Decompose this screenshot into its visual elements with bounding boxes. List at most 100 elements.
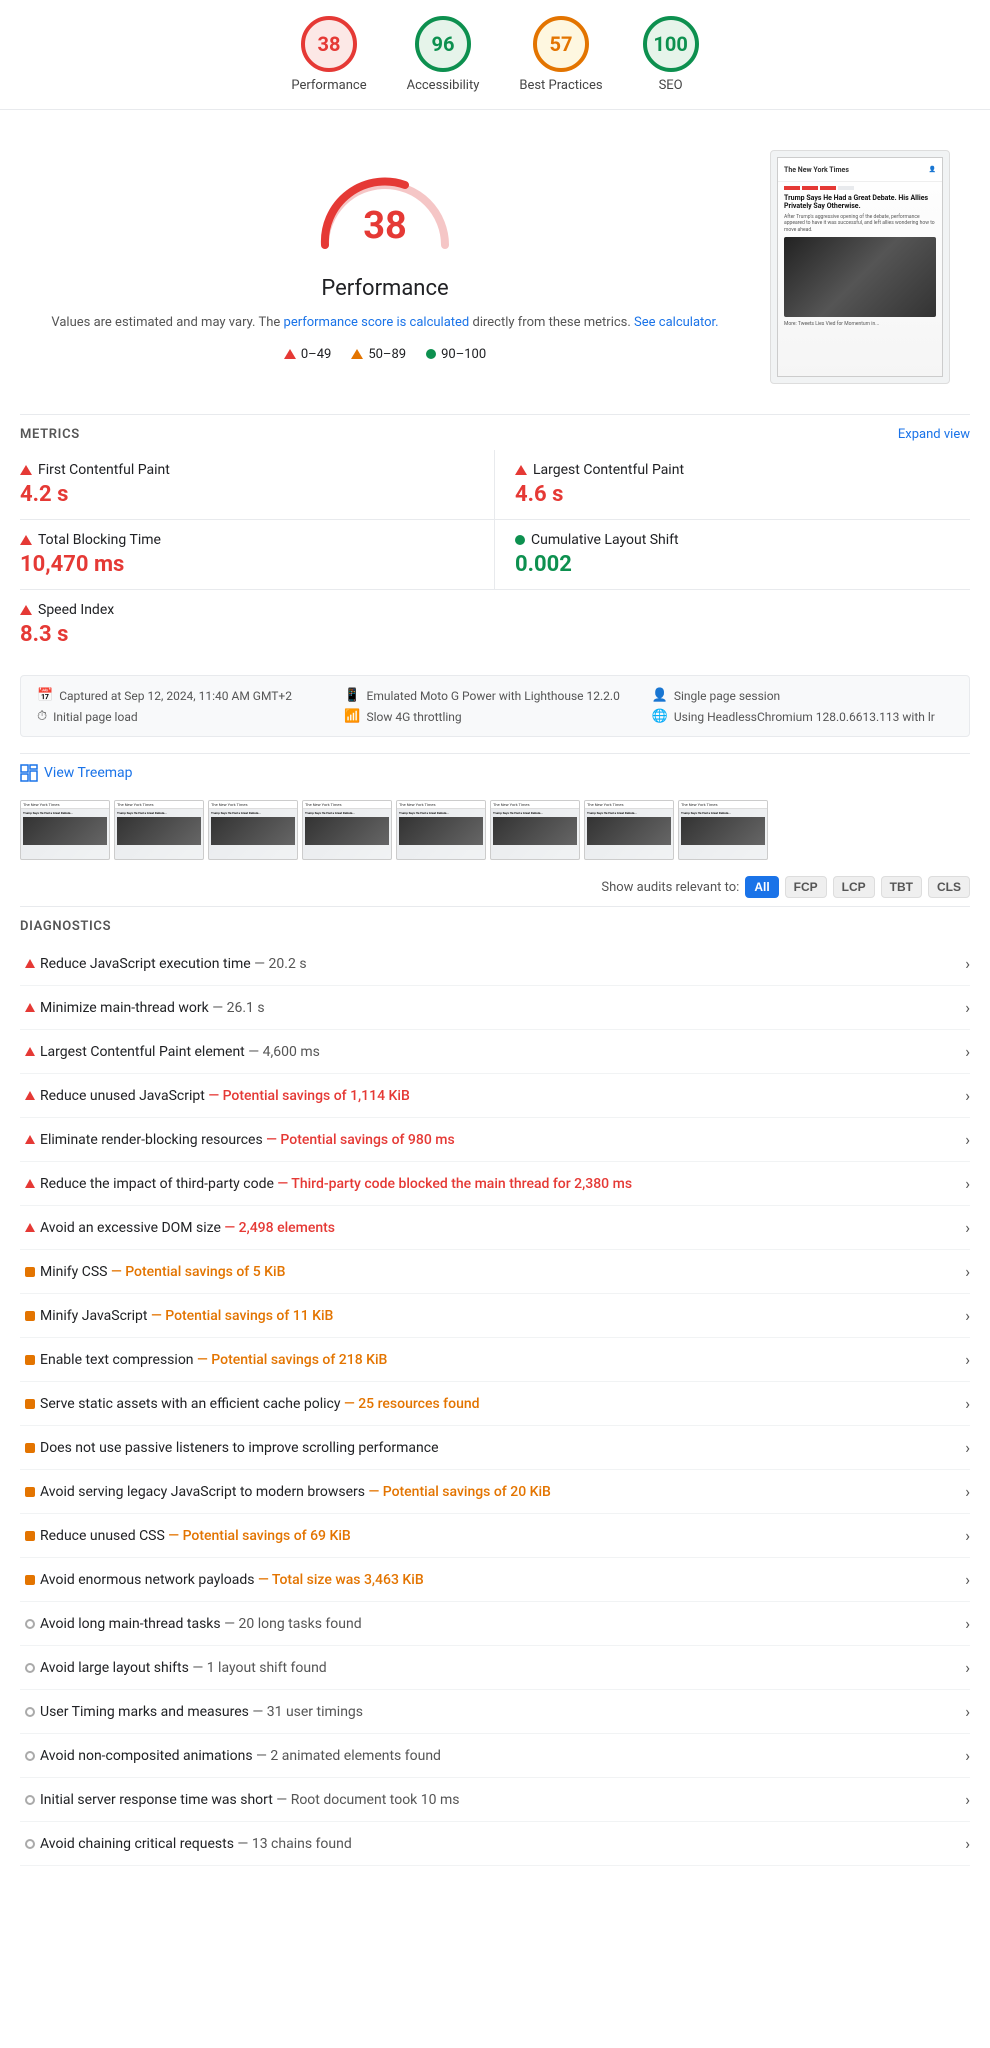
audit-user-timing-text: User Timing marks and measures — 31 user… (40, 1704, 957, 1720)
scores-bar: 38Performance 96Accessibility 57Best Pract… (0, 0, 990, 110)
filter-fcp[interactable]: FCP (785, 876, 827, 898)
capture-date: 📅 Captured at Sep 12, 2024, 11:40 AM GMT… (37, 688, 338, 703)
audit-cache-policy[interactable]: Serve static assets with an efficient ca… (20, 1382, 970, 1426)
audit-reduce-js-text: Reduce JavaScript execution time — 20.2 … (40, 956, 957, 972)
audit-reduce-js-icon (20, 959, 40, 968)
audit-cache-policy-chevron: › (965, 1394, 970, 1413)
audit-lcp-element-chevron: › (965, 1042, 970, 1061)
audit-minify-js[interactable]: Minify JavaScript — Potential savings of… (20, 1294, 970, 1338)
audit-unused-css-icon (20, 1531, 40, 1541)
perf-desc: Values are estimated and may vary. The p… (20, 313, 750, 333)
filter-lcp[interactable]: LCP (833, 876, 875, 898)
performance-section: 38 Performance Values are estimated and … (20, 130, 970, 404)
audit-critical-requests-text: Avoid chaining critical requests — 13 ch… (40, 1836, 957, 1852)
audit-text-compression-chevron: › (965, 1350, 970, 1369)
gauge-wrapper: 38 (305, 150, 465, 250)
filmstrip-item-6: The New York Times Trump Says He Had a G… (490, 800, 580, 860)
mock-subtext: After Trump's aggressive opening of the … (784, 214, 936, 234)
audit-unused-js-text: Reduce unused JavaScript — Potential sav… (40, 1088, 957, 1104)
audit-lcp-element-icon (20, 1047, 40, 1056)
audit-render-blocking-chevron: › (965, 1130, 970, 1149)
si-value: 8.3 s (20, 622, 970, 647)
audit-unused-css-text: Reduce unused CSS — Potential savings of… (40, 1528, 957, 1544)
audit-dom-size-icon (20, 1223, 40, 1232)
audit-dom-size-chevron: › (965, 1218, 970, 1237)
audit-third-party[interactable]: Reduce the impact of third-party code — … (20, 1162, 970, 1206)
filter-cls[interactable]: CLS (928, 876, 970, 898)
audit-reduce-js-chevron: › (965, 954, 970, 973)
legend-green: 90–100 (426, 347, 486, 362)
legend: 0–49 50–89 90–100 (20, 347, 750, 362)
legend-orange: 50–89 (351, 347, 406, 362)
audit-reduce-js[interactable]: Reduce JavaScript execution time — 20.2 … (20, 942, 970, 986)
score-seo[interactable]: 100SEO (643, 16, 699, 93)
filmstrip-item-2: The New York Times Trump Says He Had a G… (114, 800, 204, 860)
metric-cls: Cumulative Layout Shift 0.002 (495, 519, 970, 589)
audit-non-composited-chevron: › (965, 1746, 970, 1765)
calculator-link[interactable]: See calculator. (634, 315, 719, 330)
gauge-container: 38 (20, 150, 750, 260)
audit-unused-css-chevron: › (965, 1526, 970, 1545)
audit-long-tasks[interactable]: Avoid long main-thread tasks — 20 long t… (20, 1602, 970, 1646)
filter-all[interactable]: All (745, 876, 778, 898)
screenshot-panel: The New York Times 👤 Trump Says He Had a… (770, 150, 970, 384)
audit-long-tasks-icon (20, 1619, 40, 1629)
expand-view-button[interactable]: Expand view (898, 427, 970, 442)
audit-critical-requests-chevron: › (965, 1834, 970, 1853)
audit-server-response[interactable]: Initial server response time was short —… (20, 1778, 970, 1822)
audit-passive-listeners[interactable]: Does not use passive listeners to improv… (20, 1426, 970, 1470)
filter-label: Show audits relevant to: (601, 880, 739, 895)
screenshot-mock: The New York Times 👤 Trump Says He Had a… (777, 157, 943, 377)
mock-image (784, 237, 936, 317)
audit-text-compression-text: Enable text compression — Potential savi… (40, 1352, 957, 1368)
score-performance[interactable]: 38Performance (291, 16, 366, 93)
treemap-icon (20, 764, 38, 782)
mock-caption: More: Tweets Lies Vied for Momentum in..… (784, 321, 936, 328)
audit-server-response-chevron: › (965, 1790, 970, 1809)
audit-non-composited[interactable]: Avoid non-composited animations — 2 anim… (20, 1734, 970, 1778)
audit-layout-shifts[interactable]: Avoid large layout shifts — 1 layout shi… (20, 1646, 970, 1690)
filmstrip-item-7: The New York Times Trump Says He Had a G… (584, 800, 674, 860)
audit-render-blocking[interactable]: Eliminate render-blocking resources — Po… (20, 1118, 970, 1162)
diagnostics-header: DIAGNOSTICS (20, 906, 970, 942)
audit-unused-js[interactable]: Reduce unused JavaScript — Potential sav… (20, 1074, 970, 1118)
filmstrip: The New York Times Trump Says He Had a G… (20, 792, 970, 868)
score-accessibility[interactable]: 96Accessibility (407, 16, 480, 93)
score-circle-best-practices: 57 (533, 16, 589, 72)
fcp-value: 4.2 s (20, 482, 494, 507)
audit-minify-css-chevron: › (965, 1262, 970, 1281)
audit-dom-size[interactable]: Avoid an excessive DOM size — 2,498 elem… (20, 1206, 970, 1250)
audit-layout-shifts-chevron: › (965, 1658, 970, 1677)
audit-legacy-js[interactable]: Avoid serving legacy JavaScript to moder… (20, 1470, 970, 1514)
mock-red-bar (784, 186, 936, 190)
audit-minimize-thread[interactable]: Minimize main-thread work — 26.1 s › (20, 986, 970, 1030)
audit-legacy-js-chevron: › (965, 1482, 970, 1501)
audit-layout-shifts-icon (20, 1663, 40, 1673)
audit-network-payloads[interactable]: Avoid enormous network payloads — Total … (20, 1558, 970, 1602)
cls-icon (515, 535, 525, 545)
audit-text-compression[interactable]: Enable text compression — Potential savi… (20, 1338, 970, 1382)
metric-si: Speed Index 8.3 s (20, 589, 970, 659)
screenshot-thumb: The New York Times 👤 Trump Says He Had a… (770, 150, 950, 384)
audit-legacy-js-text: Avoid serving legacy JavaScript to moder… (40, 1484, 957, 1500)
perf-score-link[interactable]: performance score is calculated (284, 315, 470, 330)
audit-cache-policy-text: Serve static assets with an efficient ca… (40, 1396, 957, 1412)
audit-unused-css[interactable]: Reduce unused CSS — Potential savings of… (20, 1514, 970, 1558)
filmstrip-item-1: The New York Times Trump Says He Had a G… (20, 800, 110, 860)
metrics-grid: First Contentful Paint 4.2 s Largest Con… (20, 450, 970, 659)
audit-unused-js-icon (20, 1091, 40, 1100)
audit-unused-js-chevron: › (965, 1086, 970, 1105)
audit-minify-js-icon (20, 1311, 40, 1321)
legend-green-icon (426, 349, 436, 359)
metric-fcp: First Contentful Paint 4.2 s (20, 450, 495, 519)
cls-value: 0.002 (515, 552, 970, 577)
audit-minify-css[interactable]: Minify CSS — Potential savings of 5 KiB … (20, 1250, 970, 1294)
filter-tbt[interactable]: TBT (881, 876, 922, 898)
audit-lcp-element[interactable]: Largest Contentful Paint element — 4,600… (20, 1030, 970, 1074)
metric-lcp: Largest Contentful Paint 4.6 s (495, 450, 970, 519)
audit-critical-requests[interactable]: Avoid chaining critical requests — 13 ch… (20, 1822, 970, 1866)
score-best-practices[interactable]: 57Best Practices (519, 16, 602, 93)
audit-user-timing[interactable]: User Timing marks and measures — 31 user… (20, 1690, 970, 1734)
treemap-link[interactable]: View Treemap (20, 753, 970, 792)
metric-tbt: Total Blocking Time 10,470 ms (20, 519, 495, 589)
